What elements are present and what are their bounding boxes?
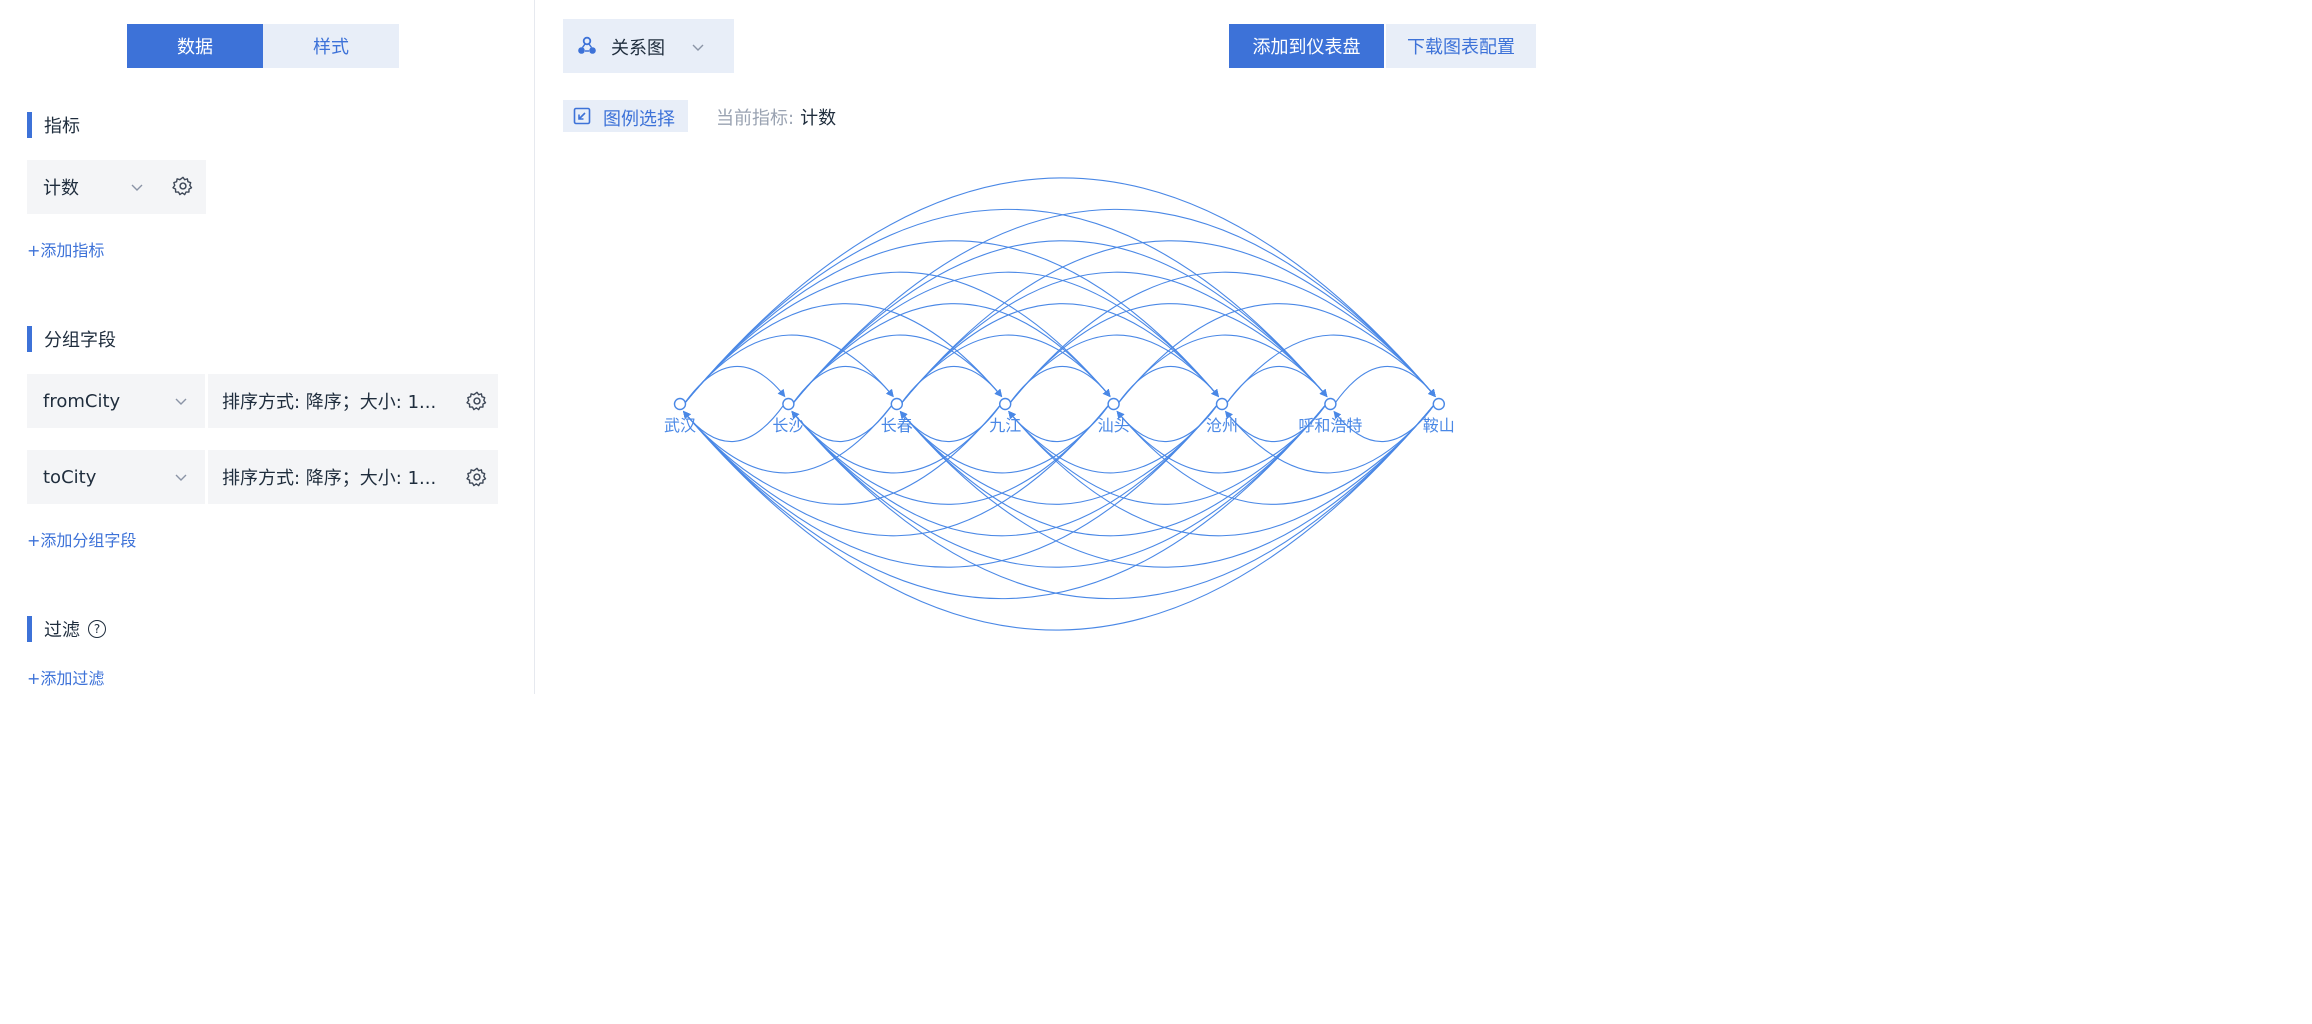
node-汕头[interactable] — [1107, 397, 1120, 411]
edge-武汉-鞍山 — [683, 177, 1436, 405]
edge-武汉-长沙 — [683, 365, 786, 405]
edge-呼和浩特-鞍山 — [1333, 365, 1436, 405]
edge-汕头-鞍山 — [1117, 303, 1436, 405]
chevron-down-icon — [175, 398, 187, 405]
groups-title: 分组字段 — [44, 330, 116, 351]
chart-panel: 关系图 添加到仪表盘 下载图表配置 图例选择 当前指标: 计数 武汉 长沙 长春 九江汕… — [536, 0, 1562, 694]
gear-icon[interactable] — [466, 390, 488, 412]
node-label: 武汉 — [664, 416, 696, 435]
group-field-name: toCity — [43, 466, 97, 488]
group-field-name: fromCity — [43, 390, 121, 412]
group-sort-text: 排序方式: 降序；大小: 1... — [222, 392, 437, 413]
add-metric-link[interactable]: +添加指标 — [27, 237, 104, 261]
metric-select[interactable]: 计数 — [27, 160, 206, 214]
edge-汕头-沧州 — [1117, 365, 1219, 405]
add-group-field-link[interactable]: +添加分组字段 — [27, 527, 136, 551]
section-accent-bar — [27, 326, 32, 352]
node-label: 鞍山 — [1423, 416, 1455, 435]
edge-九江-长春 — [899, 403, 1002, 443]
group-field-select-from[interactable]: fromCity — [27, 374, 205, 428]
node-label: 长春 — [881, 416, 913, 435]
node-武汉[interactable] — [673, 397, 687, 411]
add-filter-link[interactable]: +添加过滤 — [27, 665, 104, 689]
section-accent-bar — [27, 616, 32, 642]
groups-section-title: 分组字段 — [27, 326, 116, 352]
edge-九江-鞍山 — [1008, 271, 1436, 405]
metric-select-value: 计数 — [43, 178, 79, 199]
edge-九江-呼和浩特 — [1008, 303, 1328, 405]
node-沧州[interactable] — [1215, 397, 1229, 411]
help-icon[interactable]: ? — [88, 620, 106, 638]
node-长沙[interactable] — [782, 397, 795, 411]
section-accent-bar — [27, 112, 32, 138]
node-label: 呼和浩特 — [1298, 416, 1362, 435]
edge-武汉-呼和浩特 — [683, 208, 1328, 405]
edge-九江-汕头 — [1008, 365, 1111, 405]
group-field-select-to[interactable]: toCity — [27, 450, 205, 504]
config-panel: 数据 样式 指标 计数 +添加指标 分组字段 fromCity 排序方式: 降序… — [0, 0, 535, 694]
panel-tabs: 数据 样式 — [127, 24, 399, 68]
edge-长春-九江 — [900, 365, 1003, 405]
edge-长春-呼和浩特 — [900, 271, 1328, 405]
tab-data[interactable]: 数据 — [127, 24, 263, 68]
filter-section-title: 过滤 ? — [27, 616, 106, 642]
edge-武汉-汕头 — [683, 271, 1111, 405]
node-label: 汕头 — [1098, 416, 1130, 435]
edge-长沙-汕头 — [791, 303, 1111, 405]
tab-style[interactable]: 样式 — [263, 24, 399, 68]
edge-沧州-呼和浩特 — [1225, 365, 1328, 405]
edge-武汉-沧州 — [683, 240, 1219, 405]
edge-九江-武汉 — [683, 403, 1002, 505]
edge-鞍山-武汉 — [683, 403, 1436, 631]
node-鞍山[interactable] — [1432, 397, 1445, 411]
edge-长沙-鞍山 — [791, 208, 1436, 405]
metrics-section-title: 指标 — [27, 112, 80, 138]
edge-沧州-长春 — [899, 403, 1219, 505]
node-九江[interactable] — [999, 397, 1012, 411]
edge-汕头-长沙 — [791, 403, 1111, 505]
chevron-down-icon — [175, 474, 187, 481]
node-呼和浩特[interactable] — [1324, 397, 1337, 411]
edge-长春-长沙 — [791, 403, 894, 443]
gear-icon[interactable] — [466, 466, 488, 488]
edge-长沙-武汉 — [683, 403, 785, 443]
group-sort-text: 排序方式: 降序；大小: 1... — [222, 468, 437, 489]
edge-沧州-汕头 — [1116, 403, 1219, 443]
node-label: 九江 — [989, 416, 1021, 435]
node-长春[interactable] — [890, 397, 903, 411]
group-sort-config-from[interactable]: 排序方式: 降序；大小: 1... — [208, 374, 498, 428]
group-sort-config-to[interactable]: 排序方式: 降序；大小: 1... — [208, 450, 498, 504]
edge-武汉-九江 — [683, 303, 1003, 405]
node-label: 沧州 — [1206, 416, 1238, 435]
node-label: 长沙 — [772, 416, 804, 435]
edge-长春-沧州 — [900, 303, 1219, 405]
edge-长沙-沧州 — [791, 271, 1219, 405]
filter-title: 过滤 — [44, 620, 80, 641]
relation-graph: 武汉 长沙 长春 九江 汕头 沧州 呼和浩特 鞍山 — [664, 177, 1455, 631]
edge-鞍山-汕头 — [1116, 403, 1436, 505]
chevron-down-icon — [131, 184, 143, 191]
edge-呼和浩特-九江 — [1008, 403, 1327, 505]
metrics-title: 指标 — [44, 116, 80, 137]
edge-汕头-九江 — [1008, 403, 1111, 443]
edge-长沙-长春 — [791, 365, 894, 405]
gear-icon[interactable] — [172, 175, 194, 197]
